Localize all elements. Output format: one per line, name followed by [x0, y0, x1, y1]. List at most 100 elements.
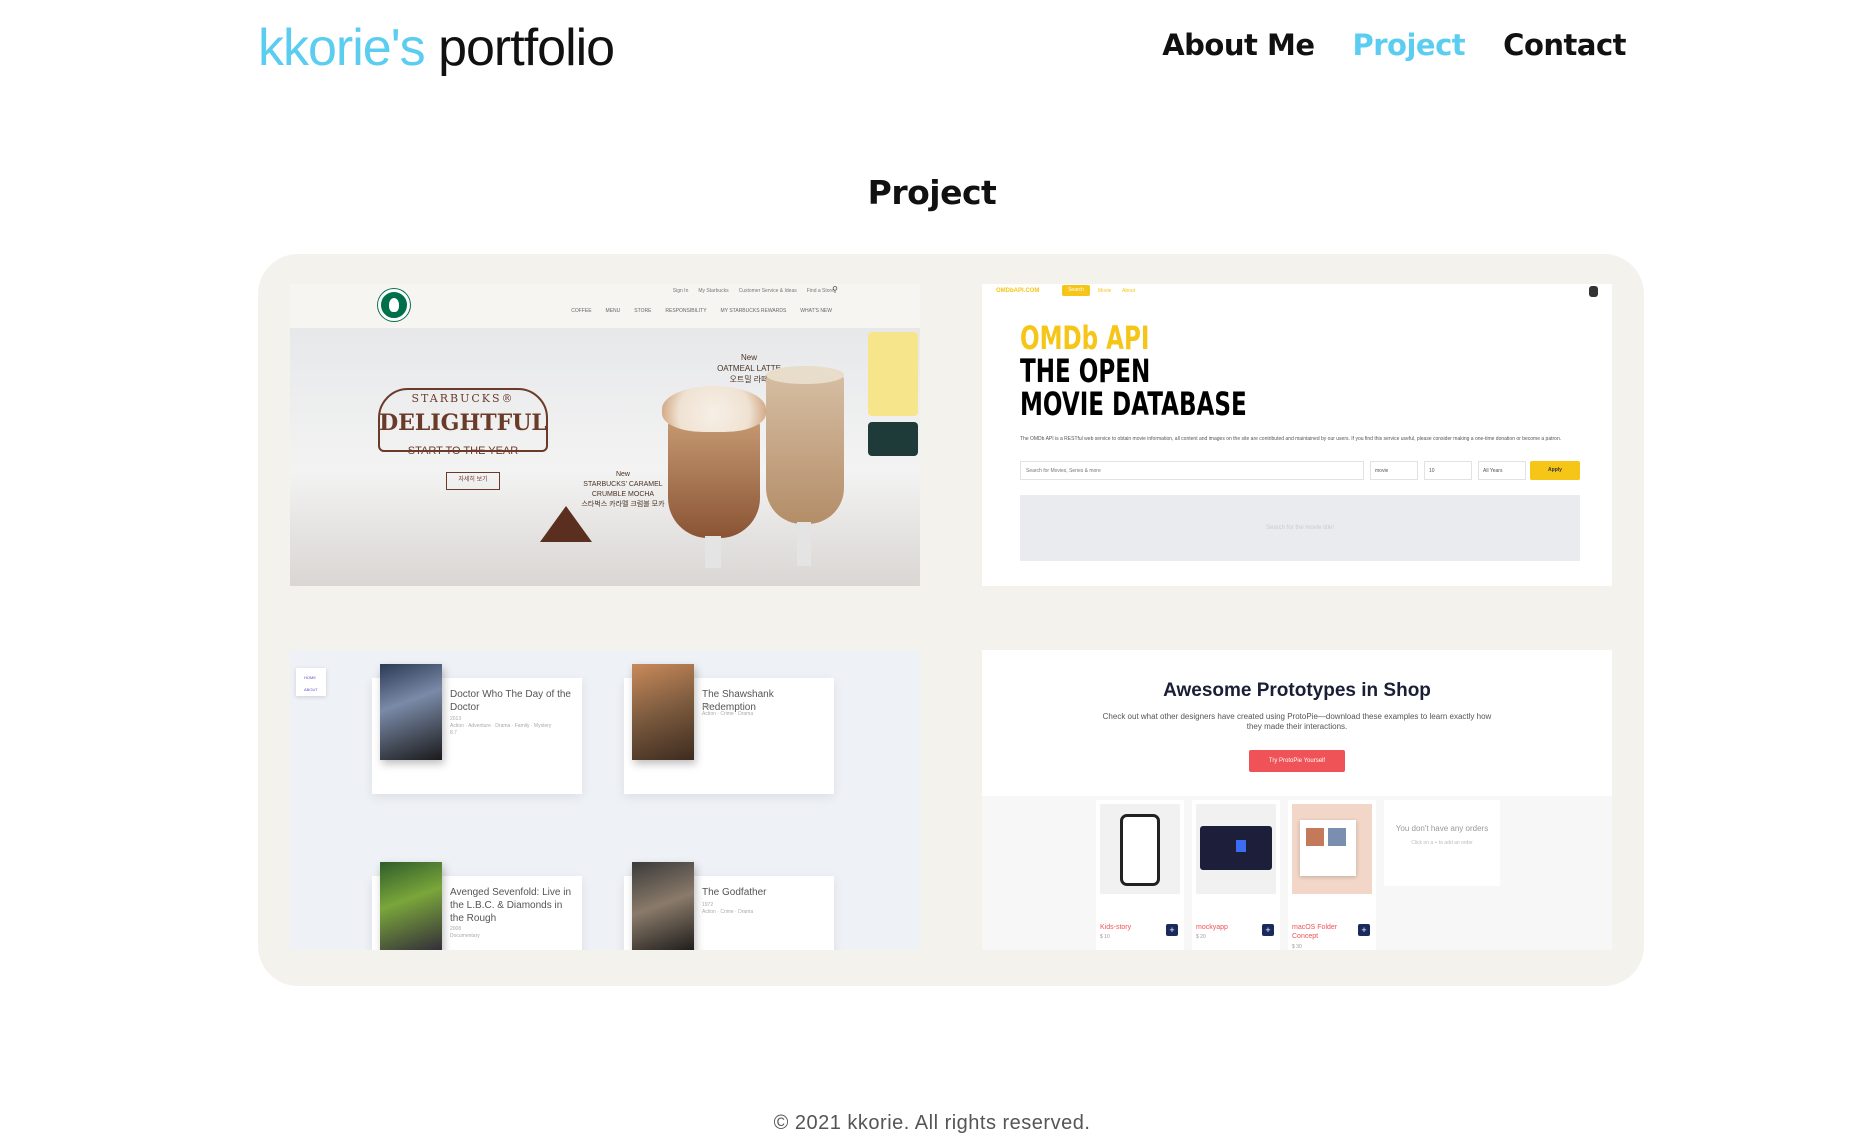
- menu-item: MENU: [605, 308, 621, 314]
- shop-item-name: macOS Folder Concept: [1292, 924, 1338, 940]
- latte-cup-image: [766, 374, 844, 524]
- mocha-cream: [662, 386, 766, 432]
- omdb-nav-movie: Movie: [1098, 288, 1112, 294]
- starbucks-headline: DELIGHTFUL: [379, 410, 547, 436]
- menu-item: STORE: [634, 308, 652, 314]
- omdb-type-select: movie: [1370, 461, 1418, 480]
- movies-side-nav: HOME ABOUT: [296, 668, 326, 696]
- latte-stem: [797, 522, 811, 566]
- mocha-cup-image: [668, 418, 760, 538]
- movie-item: The Shawshank Redemption 1994 Action · C…: [624, 664, 834, 794]
- util-link: Sign In: [672, 288, 689, 294]
- omdb-title-2: THE OPEN: [1020, 352, 1151, 390]
- protopie-try-button: Try ProtoPie Yourself: [1249, 750, 1345, 772]
- protopie-title: Awesome Prototypes in Shop: [1163, 680, 1431, 701]
- movie-meta: 2013 Action · Adventure · Drama · Family…: [450, 716, 552, 736]
- omdb-nav-about: About: [1122, 288, 1136, 294]
- phone-icon: [1120, 814, 1160, 886]
- movie-poster: [380, 664, 442, 760]
- movie-item: Doctor Who The Day of the Doctor 2013 Ac…: [372, 664, 582, 794]
- starbucks-logo-icon: [378, 289, 410, 321]
- omdb-nav-search: Search: [1062, 285, 1090, 296]
- movie-poster: [380, 862, 442, 950]
- promo-banner: [868, 332, 918, 416]
- omdb-title-3: MOVIE DATABASE: [1020, 385, 1247, 423]
- starbucks-header: Sign In My Starbucks Customer Service & …: [290, 284, 920, 328]
- omdb-title-1: OMDb API: [1020, 319, 1150, 357]
- shop-item-price: $ 20: [1196, 934, 1206, 940]
- omdb-search-input: Search for Movies, Series & more: [1020, 461, 1364, 480]
- nav-about-me[interactable]: About Me: [1162, 28, 1315, 62]
- orders-empty-sub: Click on a + to add an order: [1411, 840, 1473, 846]
- mocha-stem: [705, 536, 721, 568]
- movie-title: Avenged Sevenfold: Live in the L.B.C. & …: [450, 887, 572, 924]
- add-icon: +: [1166, 924, 1178, 936]
- app-screenshot-detail: [1236, 840, 1246, 852]
- shop-item-image: [1100, 804, 1180, 894]
- omdb-description: The OMDb API is a RESTful web service to…: [1020, 436, 1562, 442]
- omdb-title: OMDb API THE OPEN MOVIE DATABASE: [1020, 322, 1247, 421]
- section-title: Project: [867, 173, 997, 212]
- search-icon: ⚲: [832, 285, 838, 294]
- footer-copyright: © 2021 kkorie. All rights reserved.: [773, 1112, 1091, 1134]
- starbucks-menu: COFFEE MENU STORE RESPONSIBILITY MY STAR…: [571, 308, 832, 314]
- nav-contact[interactable]: Contact: [1503, 28, 1626, 62]
- movie-meta: 1972 Action · Crime · Drama: [702, 902, 754, 915]
- menu-item: COFFEE: [571, 308, 592, 314]
- movie-item: The Godfather 1972 Action · Crime · Dram…: [624, 862, 834, 950]
- omdb-result-area: Search for the movie title!: [1020, 495, 1580, 561]
- shop-item-image: [1292, 804, 1372, 894]
- add-icon: +: [1262, 924, 1274, 936]
- movie-meta: 2008 Documentary: [450, 926, 480, 939]
- promo-banner: [868, 422, 918, 456]
- folder-thumb: [1306, 828, 1324, 846]
- project-card-omdb[interactable]: OMDbAPI.COM Search Movie About OMDb API …: [982, 284, 1612, 586]
- shop-item: Kids-story $ 10 +: [1096, 800, 1184, 950]
- menu-item: WHAT'S NEW: [800, 308, 832, 314]
- util-link: Customer Service & Ideas: [738, 288, 797, 294]
- starbucks-util-links: Sign In My Starbucks Customer Service & …: [673, 288, 834, 294]
- side-link-home: HOME: [304, 675, 316, 680]
- orders-panel: You don't have any orders Click on a + t…: [1384, 800, 1500, 886]
- starbucks-brand: STARBUCKS®: [411, 392, 515, 405]
- chocolate-image: [540, 506, 592, 542]
- orders-empty-title: You don't have any orders: [1395, 824, 1489, 833]
- movie-item: Avenged Sevenfold: Live in the L.B.C. & …: [372, 862, 582, 950]
- shop-item: macOS Folder Concept $ 30 +: [1288, 800, 1376, 950]
- movie-title: The Godfather: [702, 887, 767, 898]
- protopie-subtitle: Check out what other designers have crea…: [1102, 712, 1492, 731]
- folder-thumb: [1328, 828, 1346, 846]
- starbucks-hero-image: STARBUCKS® DELIGHTFUL START TO THE YEAR …: [290, 328, 920, 586]
- site-logo[interactable]: kkorie's portfolio: [258, 18, 615, 78]
- omdb-count-select: 10: [1424, 461, 1472, 480]
- logo-accent: kkorie's: [258, 19, 426, 77]
- logo-text: portfolio: [438, 19, 615, 77]
- nav-project[interactable]: Project: [1353, 28, 1466, 62]
- project-panel: Sign In My Starbucks Customer Service & …: [258, 254, 1644, 986]
- latte-foam: [766, 366, 844, 384]
- shop-item-name: Kids-story: [1100, 924, 1132, 931]
- movie-poster: [632, 862, 694, 950]
- shop-item-price: $ 10: [1100, 934, 1110, 940]
- shop-item-name: mockyapp: [1196, 924, 1228, 931]
- starbucks-detail-button: 자세히 보기: [446, 472, 500, 490]
- menu-item: MY STARBUCKS REWARDS: [720, 308, 787, 314]
- shop-item-image: [1196, 804, 1276, 894]
- protopie-hero: Awesome Prototypes in Shop Check out wha…: [982, 650, 1612, 796]
- omdb-apply-button: Apply: [1530, 461, 1580, 480]
- add-icon: +: [1358, 924, 1370, 936]
- main-nav: About Me Project Contact: [1162, 28, 1626, 62]
- shop-item-price: $ 30: [1292, 944, 1302, 950]
- starbucks-subline: START TO THE YEAR: [407, 445, 519, 457]
- site-header: kkorie's portfolio About Me Project Cont…: [0, 0, 1864, 100]
- omdb-brand: OMDbAPI.COM: [996, 288, 1040, 294]
- project-card-movies[interactable]: HOME ABOUT Doctor Who The Day of the Doc…: [290, 650, 920, 950]
- movie-title: Doctor Who The Day of the Doctor: [450, 689, 571, 713]
- omdb-year-select: All Years: [1478, 461, 1526, 480]
- util-link: My Starbucks: [698, 288, 729, 294]
- movie-meta: 1994 Action · Crime · Drama: [702, 704, 754, 717]
- menu-item: RESPONSIBILITY: [665, 308, 707, 314]
- movie-poster: [632, 664, 694, 760]
- project-card-starbucks[interactable]: Sign In My Starbucks Customer Service & …: [290, 284, 920, 586]
- project-card-protopie[interactable]: Awesome Prototypes in Shop Check out wha…: [982, 650, 1612, 950]
